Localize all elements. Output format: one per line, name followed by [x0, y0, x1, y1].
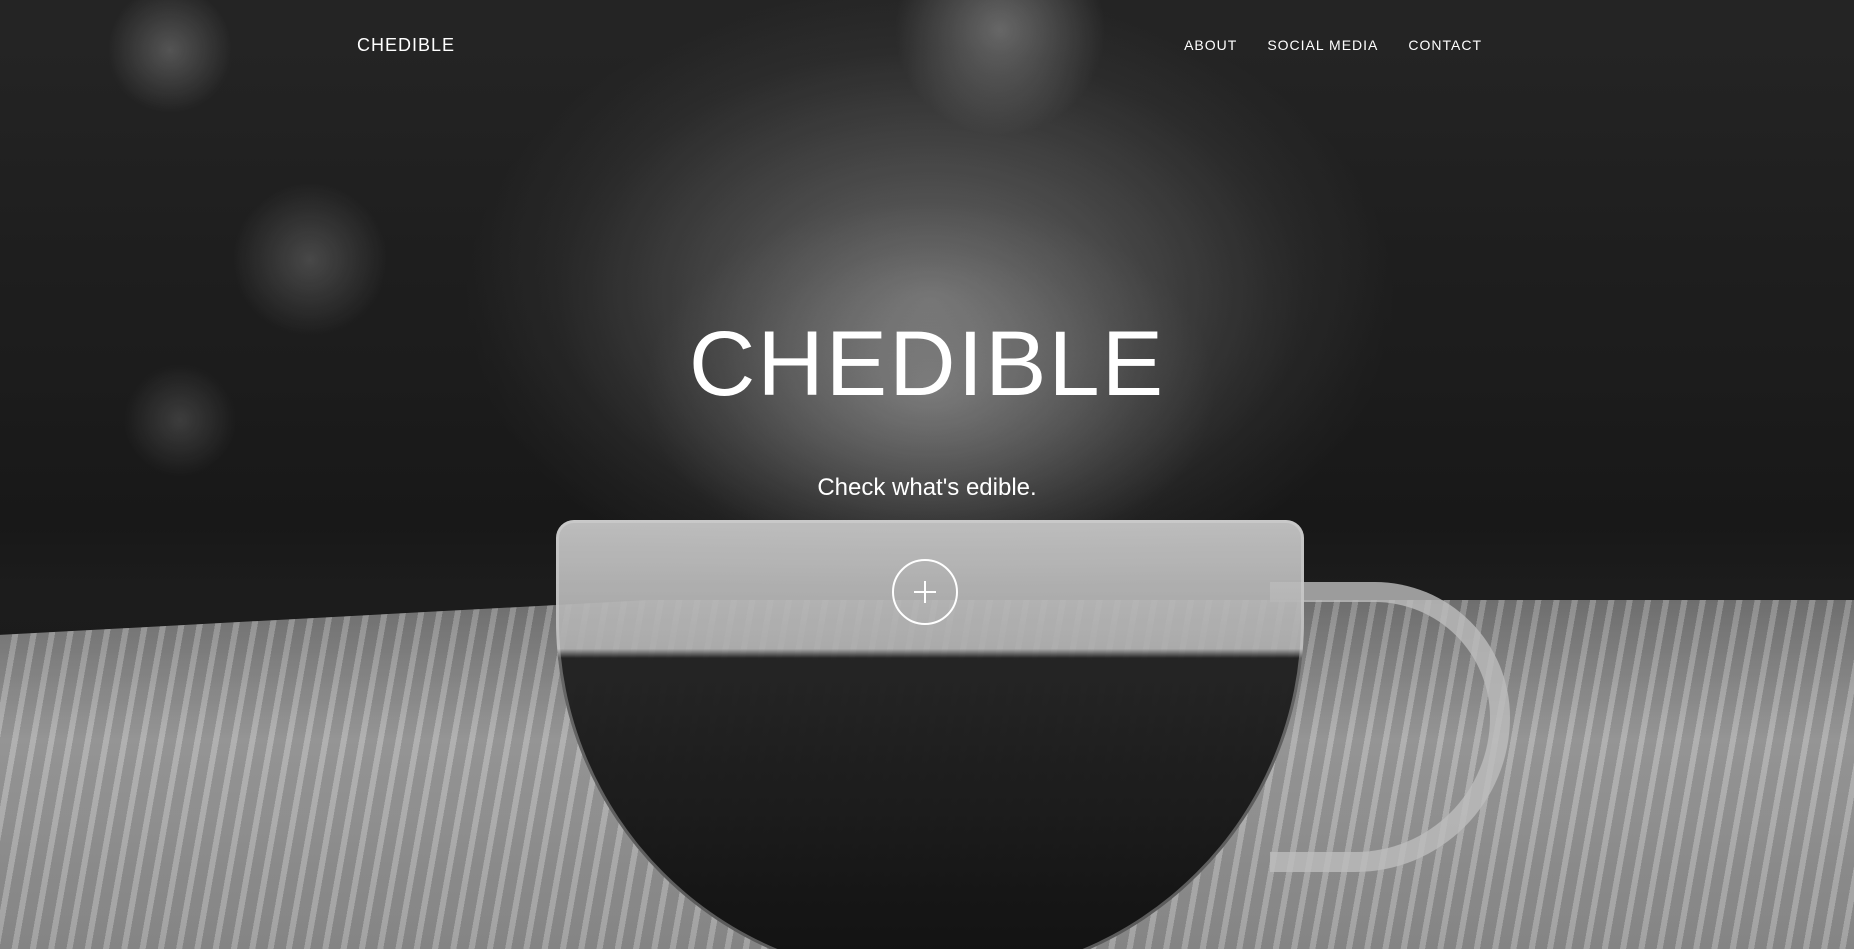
- brand-logo-link[interactable]: CHEDIBLE: [357, 35, 455, 56]
- plus-icon: [912, 579, 938, 605]
- nav-item-about[interactable]: ABOUT: [1184, 37, 1237, 53]
- nav-item-social-media[interactable]: SOCIAL MEDIA: [1267, 37, 1378, 53]
- hero-title: CHEDIBLE: [688, 313, 1166, 415]
- hero-section: CHEDIBLE ABOUT SOCIAL MEDIA CONTACT CHED…: [0, 0, 1854, 949]
- hero-subtitle: Check what's edible.: [817, 474, 1037, 501]
- nav-menu: ABOUT SOCIAL MEDIA CONTACT: [1184, 37, 1482, 53]
- nav-item-contact[interactable]: CONTACT: [1408, 37, 1482, 53]
- navbar: CHEDIBLE ABOUT SOCIAL MEDIA CONTACT: [0, 0, 1854, 90]
- expand-button[interactable]: [892, 559, 958, 625]
